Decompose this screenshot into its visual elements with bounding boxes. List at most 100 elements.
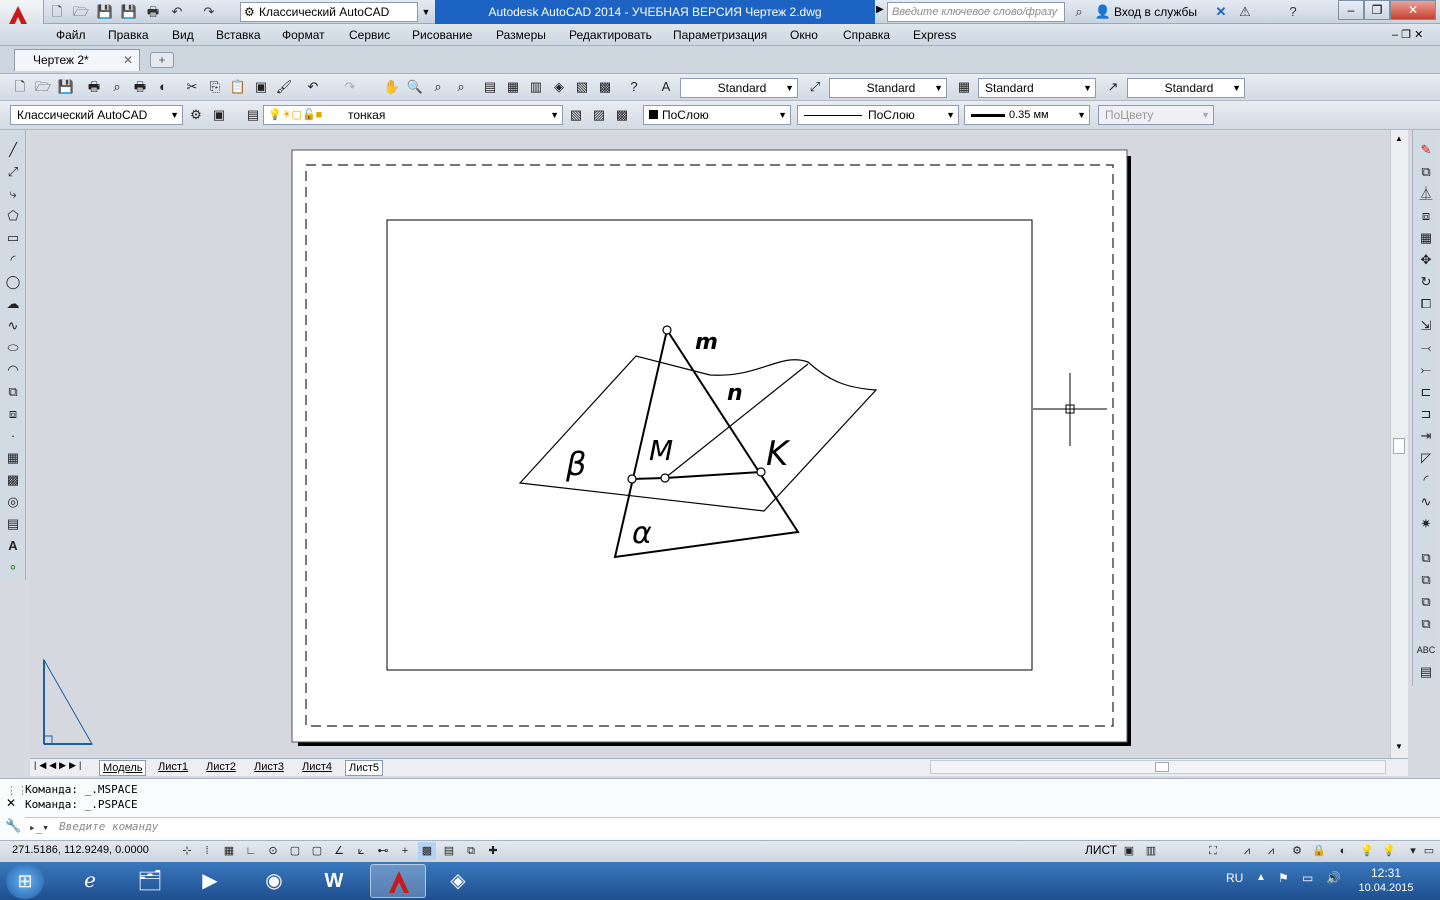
properties-icon[interactable]: ▤ — [480, 77, 500, 97]
h-scroll-thumb[interactable] — [1155, 762, 1169, 772]
layer-states-icon[interactable]: ▩ — [612, 105, 632, 125]
tray-flag-icon[interactable]: ⚑ — [1278, 871, 1289, 885]
menu-express[interactable]: Express — [913, 24, 956, 46]
menu-view[interactable]: Вид — [172, 24, 194, 46]
network-icon[interactable]: ▭ — [1302, 871, 1313, 885]
hardware-acceleration-icon[interactable]: ◐ — [1334, 842, 1352, 860]
polygon-icon[interactable]: ⬠ — [3, 206, 23, 226]
language-indicator[interactable]: RU — [1226, 871, 1243, 885]
layer-select[interactable]: 💡☀▢🔓■ тонкая ▼ — [263, 105, 563, 125]
lineweight-select[interactable]: 0.35 мм ▼ — [964, 105, 1090, 125]
layer-manager-icon[interactable]: ▤ — [243, 105, 263, 125]
join-icon[interactable]: ⇥ — [1416, 426, 1436, 446]
transparency-icon[interactable]: ▩ — [418, 842, 436, 860]
minimize-button[interactable]: – — [1338, 0, 1364, 20]
draw-order-above-icon[interactable]: ⧉ — [1416, 592, 1436, 612]
region-icon[interactable]: ◎ — [3, 492, 23, 512]
autocad-taskbar-icon[interactable] — [370, 864, 426, 898]
redo-icon[interactable]: ↷ — [200, 3, 218, 21]
open-icon[interactable]: 🗁 — [33, 77, 53, 97]
new-icon[interactable]: 🗋 — [48, 3, 66, 21]
spline-icon[interactable]: ∿ — [3, 316, 23, 336]
tab-sheet4[interactable]: Лист4 — [299, 760, 335, 776]
menu-window[interactable]: Окно — [790, 24, 818, 46]
scroll-thumb[interactable] — [1393, 438, 1405, 454]
tool-palettes-icon[interactable]: ▥ — [526, 77, 546, 97]
copy-object-icon[interactable]: ⧉ — [1416, 162, 1436, 182]
new-icon[interactable]: 🗋 — [10, 77, 30, 97]
trim-icon[interactable]: ⤙ — [1416, 338, 1436, 358]
dynamic-input-icon[interactable]: ⊷ — [374, 842, 392, 860]
new-tab-button[interactable]: + — [150, 52, 174, 68]
print-icon[interactable]: 🖶 — [144, 3, 162, 21]
close-icon[interactable]: ✕ — [6, 796, 16, 810]
close-icon[interactable]: ✕ — [123, 50, 133, 70]
revcloud-icon[interactable]: ☁ — [3, 294, 23, 314]
calculator-icon[interactable]: ▩ — [595, 77, 615, 97]
menu-file[interactable]: Файл — [56, 24, 86, 46]
quick-view-drawings-icon[interactable]: ▥ — [1142, 842, 1160, 860]
menu-help[interactable]: Справка — [843, 24, 890, 46]
menu-tools[interactable]: Сервис — [349, 24, 390, 46]
offset-icon[interactable]: ⧈ — [1416, 206, 1436, 226]
copy-icon[interactable]: ⎘ — [205, 77, 225, 97]
add-selected-icon[interactable]: ⚬ — [3, 558, 23, 578]
autodesk-icon[interactable]: ⚠ — [1236, 3, 1254, 21]
text-to-front-icon[interactable]: ABC — [1416, 640, 1436, 660]
make-current-icon[interactable]: ▧ — [566, 105, 586, 125]
move-icon[interactable]: ✥ — [1416, 250, 1436, 270]
clean-screen-icon[interactable]: 💡 — [1380, 842, 1398, 860]
draw-order-front-icon[interactable]: ⧉ — [1416, 548, 1436, 568]
polyline-icon[interactable]: ⤷ — [3, 184, 23, 204]
preview-icon[interactable]: ⌕ — [107, 77, 127, 97]
word-icon[interactable]: W — [306, 864, 362, 898]
selection-cycling-icon[interactable]: ⧉ — [462, 842, 480, 860]
redo-icon[interactable]: ↷ — [340, 77, 360, 97]
menu-modify[interactable]: Редактировать — [569, 24, 652, 46]
workspace-select-2[interactable]: Классический AutoCAD ▼ — [10, 105, 183, 125]
command-input[interactable]: ▸_▾ Введите команду — [25, 817, 1440, 837]
menu-format[interactable]: Формат — [282, 24, 325, 46]
make-block-icon[interactable]: ⧈ — [3, 404, 23, 424]
dim-style-select[interactable]: Standard ▼ — [829, 78, 947, 98]
construction-line-icon[interactable]: ⤢ — [3, 162, 23, 182]
tab-model[interactable]: Модель — [99, 760, 147, 776]
chevron-down-icon[interactable]: ▼ — [420, 2, 432, 22]
doc-window-controls[interactable]: – ❐ ✕ — [1392, 28, 1423, 41]
point-icon[interactable]: · — [3, 426, 23, 446]
tab-sheet2[interactable]: Лист2 — [203, 760, 239, 776]
vertical-scrollbar[interactable]: ▲ ▼ — [1390, 130, 1408, 758]
arc-icon[interactable]: ◜ — [3, 250, 23, 270]
fillet-icon[interactable]: ◜ — [1416, 470, 1436, 490]
maximize-viewport-icon[interactable]: ⛶ — [1204, 842, 1222, 860]
tray-expand-icon[interactable]: ▲ — [1256, 872, 1266, 883]
table-icon[interactable]: ▤ — [3, 514, 23, 534]
hatch-icon[interactable]: ▦ — [3, 448, 23, 468]
workspace-settings-icon[interactable]: ▣ — [209, 105, 229, 125]
3d-osnap-icon[interactable]: ▢ — [308, 842, 326, 860]
cut-icon[interactable]: ✂ — [182, 77, 202, 97]
menu-dimension[interactable]: Размеры — [496, 24, 546, 46]
circle-icon[interactable]: ◯ — [3, 272, 23, 292]
zoom-realtime-icon[interactable]: 🔍 — [405, 77, 425, 97]
chrome-icon[interactable]: ◉ — [246, 864, 302, 898]
otrack-icon[interactable]: ∠ — [330, 842, 348, 860]
text-style-select[interactable]: Standard ▼ — [680, 78, 798, 98]
binoculars-icon[interactable]: ⌕ — [1070, 3, 1088, 21]
start-button[interactable]: ⊞ — [6, 863, 44, 899]
markup-icon[interactable]: ▧ — [572, 77, 592, 97]
match-properties-icon[interactable]: 🖌 — [274, 77, 294, 97]
layout-nav-arrows[interactable]: |◀◀▶▶| — [34, 760, 84, 771]
fullscreen-icon[interactable]: ▭ — [1420, 842, 1438, 860]
menu-edit[interactable]: Правка — [108, 24, 149, 46]
ellipse-arc-icon[interactable]: ◠ — [3, 360, 23, 380]
menu-parametric[interactable]: Параметризация — [673, 24, 767, 46]
ellipse-icon[interactable]: ⬭ — [3, 338, 23, 358]
ortho-mode-icon[interactable]: ∟ — [242, 842, 260, 860]
insert-block-icon[interactable]: ⧉ — [3, 382, 23, 402]
break-at-point-icon[interactable]: ⊏ — [1416, 382, 1436, 402]
menu-insert[interactable]: Вставка — [216, 24, 261, 46]
gradient-icon[interactable]: ▩ — [3, 470, 23, 490]
app-icon[interactable]: ◈ — [430, 864, 486, 898]
drawing-area[interactable]: m n M K β α — [30, 130, 1408, 758]
